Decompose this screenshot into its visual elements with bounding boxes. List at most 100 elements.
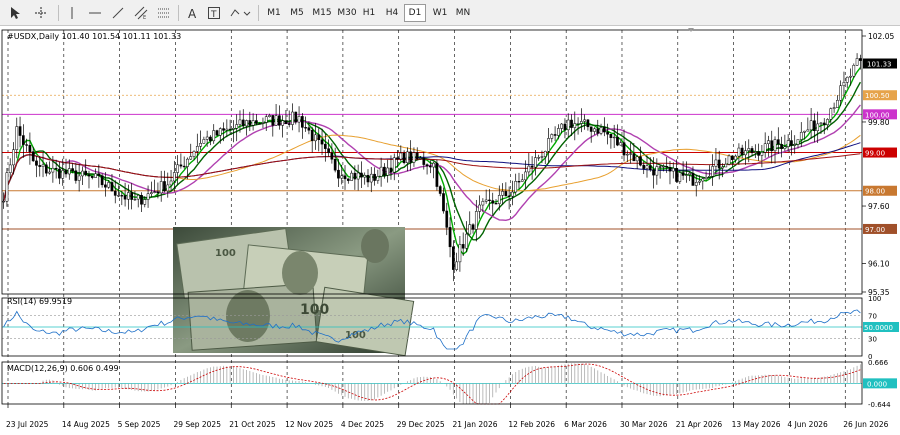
candle-body [468,224,472,235]
toolbar: E A T M1 M5 M15 M30 H1 H4 D1 W1 MN [0,0,900,26]
price-level-tag-text: 97.00 [865,226,885,234]
candle-body [399,152,403,160]
candle-body [717,159,721,169]
vertical-line-icon[interactable] [63,4,81,22]
label-icon[interactable]: T [205,4,223,22]
candle-body [599,127,603,134]
candle-body [35,160,38,166]
candle-body [172,172,176,182]
candle-body [222,128,225,131]
candle-body [776,139,780,145]
candle-body [376,176,380,181]
price-tick-label: 102.05 [868,32,894,41]
candle-body [323,143,327,149]
chart-area[interactable]: 100 100 100 23 Jul 2025 14 Aug 2025 5 Sep … [0,26,900,433]
timeframe-w1[interactable]: W1 [429,4,451,22]
price-chart[interactable]: 100 100 100 23 Jul 2025 14 Aug 2025 5 Sep … [0,26,900,433]
chart-header: #USDX,Daily 101.40 101.54 101.11 101.33 [7,32,181,41]
timeframe-h4[interactable]: H4 [381,4,403,22]
timeframe-m1[interactable]: M1 [263,4,285,22]
candle-body [822,122,826,126]
candle-body [839,85,843,101]
candle-body [317,134,321,141]
candle-body [406,151,409,164]
candle-body [412,152,416,163]
candle-body [780,144,783,149]
candle-body [74,170,78,181]
candle-body [734,155,737,161]
candle-body [419,157,422,160]
horizontal-line-icon[interactable] [86,4,104,22]
candle-body [796,139,800,145]
candle-body [212,130,216,142]
candle-body [77,175,81,181]
candle-body [658,166,662,168]
shapes-icon[interactable] [228,4,252,22]
timeframe-m30[interactable]: M30 [334,4,360,22]
timeframe-h1[interactable]: H1 [358,4,380,22]
candle-body [360,172,363,178]
candle-body [429,165,432,168]
candle-body [694,181,698,186]
candle-body [159,181,163,194]
x-tick-label: 21 Oct 2025 [229,420,276,429]
timeframe-d1[interactable]: D1 [404,4,426,22]
candle-body [455,261,458,270]
timeframe-mn[interactable]: MN [452,4,474,22]
timeframe-m15[interactable]: M15 [309,4,335,22]
candle-body [501,191,504,196]
candle-body [51,167,55,173]
candle-body [235,124,239,129]
candle-body [195,146,199,152]
candle-body [373,173,376,181]
candle-body [156,191,160,194]
candle-body [287,123,291,125]
candle-body [744,150,747,156]
candle-body [107,182,111,188]
candle-body [803,130,806,133]
candle-body [816,123,820,131]
candle-body [520,179,524,182]
candle-body [169,180,173,186]
rsi-tag-text: 50.0000 [864,324,893,332]
candle-body [182,165,186,168]
candle-body [136,194,140,200]
candle-body [369,173,373,183]
x-tick-label: 23 Jul 2025 [6,420,49,429]
candle-body [553,134,557,136]
candle-body [845,76,849,83]
channel-icon[interactable]: E [132,4,150,22]
candle-body [727,155,731,165]
candle-body [517,181,521,183]
candle-body [790,140,793,146]
candle-body [737,147,741,157]
candle-body [540,156,544,158]
candle-body [366,174,370,183]
cursor-icon[interactable] [6,4,24,22]
candle-body [793,144,797,146]
candle-body [819,122,823,125]
candle-body [186,158,189,167]
timeframe-m5[interactable]: M5 [286,4,308,22]
fibonacci-icon[interactable] [155,4,173,22]
candle-body [859,58,862,61]
candle-body [432,162,435,168]
current-price-tag-text: 101.33 [867,61,892,69]
candle-body [474,211,478,230]
candle-body [97,173,101,176]
candle-body [281,120,284,126]
candle-body [327,148,330,154]
money-photo: 100 100 100 [173,227,415,357]
candle-body [606,131,609,135]
candle-body [15,126,19,150]
toolbar-separator [178,5,179,21]
candle-body [681,172,685,176]
candle-body [117,195,120,197]
crosshair-icon[interactable] [32,4,50,22]
trendline-icon[interactable] [109,4,127,22]
candle-body [799,131,803,140]
candle-body [392,157,396,173]
candle-body [655,166,659,176]
text-icon[interactable]: A [183,4,201,22]
candle-body [274,115,278,126]
